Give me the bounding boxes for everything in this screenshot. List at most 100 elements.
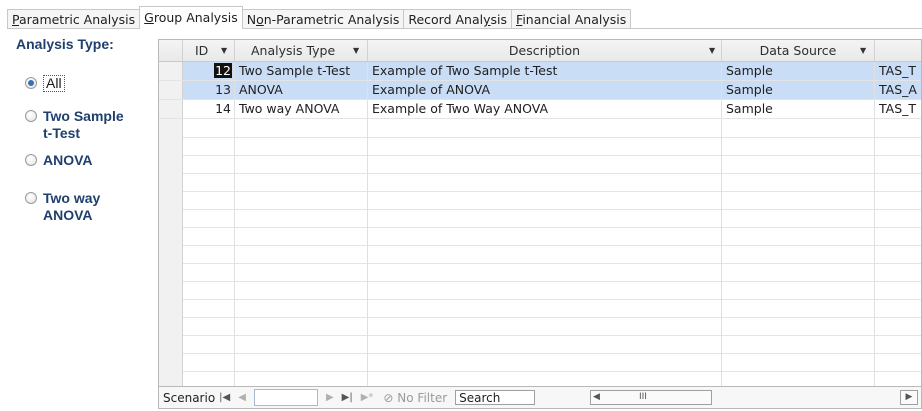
- empty-cell: [183, 317, 235, 335]
- empty-row: [159, 353, 921, 372]
- empty-cell: [368, 155, 722, 173]
- record-selector[interactable]: [159, 100, 183, 118]
- cell-data-source[interactable]: Sample: [722, 81, 875, 99]
- cell-id[interactable]: 12: [183, 62, 235, 80]
- empty-row: [159, 263, 921, 282]
- cell-description[interactable]: Example of Two Way ANOVA: [368, 100, 722, 118]
- cell-analysis-type[interactable]: Two Sample t-Test: [235, 62, 368, 80]
- table-row[interactable]: 12 Two Sample t-Test Example of Two Samp…: [159, 62, 921, 81]
- cell-description[interactable]: Example of ANOVA: [368, 81, 722, 99]
- horizontal-scrollbar[interactable]: ◀ III: [590, 390, 712, 405]
- empty-cell: [722, 137, 875, 155]
- record-selector: [159, 155, 183, 173]
- scroll-left-icon[interactable]: ◀: [593, 391, 600, 404]
- search-box[interactable]: Search: [455, 390, 536, 405]
- column-header-id[interactable]: ID ▼: [183, 40, 235, 61]
- empty-cell: [722, 173, 875, 191]
- record-selector: [159, 119, 183, 137]
- tab-parametric-analysis[interactable]: Parametric Analysis: [7, 9, 141, 29]
- column-header-analysis-type[interactable]: Analysis Type ▼: [235, 40, 368, 61]
- scroll-thumb[interactable]: III: [639, 391, 647, 404]
- record-selector: [159, 263, 183, 281]
- first-record-icon[interactable]: |◀: [219, 392, 230, 403]
- tab-financial-analysis[interactable]: Financial Analysis: [511, 9, 632, 29]
- sort-arrow-icon[interactable]: ▼: [860, 40, 866, 61]
- cell-analysis-type[interactable]: Two way ANOVA: [235, 100, 368, 118]
- column-header-extra[interactable]: [875, 40, 921, 61]
- empty-cell: [235, 155, 368, 173]
- current-record-field[interactable]: [253, 389, 318, 406]
- datasheet-grid: ID ▼ Analysis Type ▼ Description ▼ Data Sou…: [158, 39, 922, 409]
- cell-data-source[interactable]: Sample: [722, 62, 875, 80]
- cell-extra[interactable]: TAS_A: [875, 81, 921, 99]
- tab-non-parametric-analysis[interactable]: Non-Parametric Analysis: [241, 9, 405, 29]
- column-header-data-source[interactable]: Data Source ▼: [722, 40, 875, 61]
- record-selector[interactable]: [159, 81, 183, 99]
- column-header-description[interactable]: Description ▼: [368, 40, 722, 61]
- filter-indicator[interactable]: ⊘ No Filter: [383, 391, 447, 405]
- cell-extra[interactable]: TAS_T: [875, 62, 921, 80]
- empty-cell: [235, 263, 368, 281]
- empty-cell: [368, 209, 722, 227]
- empty-cell: [235, 119, 368, 137]
- option-two-sample-t-test[interactable]: Two Sample t-Test: [10, 108, 124, 142]
- empty-row: [159, 209, 921, 228]
- empty-row: [159, 335, 921, 354]
- empty-cell: [722, 353, 875, 371]
- cell-id[interactable]: 13: [183, 81, 235, 99]
- radio-two-way-anova[interactable]: [25, 192, 37, 204]
- empty-cell: [368, 281, 722, 299]
- scroll-right-icon[interactable]: ▶: [900, 390, 918, 405]
- empty-cell: [368, 317, 722, 335]
- empty-cell: [368, 227, 722, 245]
- empty-cell: [183, 191, 235, 209]
- empty-cell: [235, 209, 368, 227]
- empty-cell: [722, 227, 875, 245]
- table-row[interactable]: 14 Two way ANOVA Example of Two Way ANOV…: [159, 100, 921, 119]
- empty-row: [159, 317, 921, 336]
- empty-cell: [875, 335, 921, 353]
- next-record-icon[interactable]: ▶: [326, 392, 334, 403]
- empty-row: [159, 191, 921, 210]
- last-record-icon[interactable]: ▶|: [342, 392, 353, 403]
- new-record-icon[interactable]: ▶*: [361, 392, 374, 403]
- record-selector: [159, 335, 183, 353]
- sort-arrow-icon[interactable]: ▼: [353, 40, 359, 61]
- radio-all[interactable]: [25, 77, 37, 89]
- tab-strip: Parametric Analysis Group Analysis Non-P…: [7, 6, 632, 29]
- cell-id[interactable]: 14: [183, 100, 235, 118]
- sort-arrow-icon[interactable]: ▼: [221, 40, 227, 61]
- option-anova[interactable]: ANOVA: [10, 152, 93, 169]
- cell-data-source[interactable]: Sample: [722, 100, 875, 118]
- cell-extra[interactable]: TAS_T: [875, 100, 921, 118]
- empty-cell: [875, 263, 921, 281]
- empty-cell: [183, 227, 235, 245]
- empty-cell: [368, 191, 722, 209]
- cell-analysis-type[interactable]: ANOVA: [235, 81, 368, 99]
- radio-anova[interactable]: [25, 154, 37, 166]
- filter-icon: ⊘: [383, 390, 394, 405]
- cell-description[interactable]: Example of Two Sample t-Test: [368, 62, 722, 80]
- table-row[interactable]: 13 ANOVA Example of ANOVA Sample TAS_A: [159, 81, 921, 100]
- empty-cell: [235, 173, 368, 191]
- empty-cell: [368, 263, 722, 281]
- tab-record-analysis[interactable]: Record Analysis: [403, 9, 513, 29]
- empty-cell: [183, 245, 235, 263]
- option-all[interactable]: All: [10, 75, 65, 92]
- empty-row: [159, 155, 921, 174]
- empty-cell: [875, 245, 921, 263]
- empty-cell: [235, 227, 368, 245]
- previous-record-icon[interactable]: ◀: [238, 392, 246, 403]
- select-all-corner[interactable]: [159, 40, 183, 61]
- empty-row: [159, 137, 921, 156]
- analysis-type-title: Analysis Type:: [16, 36, 114, 52]
- tab-group-analysis[interactable]: Group Analysis: [139, 6, 243, 29]
- option-two-way-anova[interactable]: Two way ANOVA: [10, 190, 100, 224]
- record-selector[interactable]: [159, 62, 183, 80]
- empty-cell: [235, 245, 368, 263]
- record-selector: [159, 299, 183, 317]
- sort-arrow-icon[interactable]: ▼: [709, 40, 715, 61]
- empty-cell: [875, 299, 921, 317]
- empty-cell: [722, 209, 875, 227]
- radio-two-sample-t-test[interactable]: [25, 110, 37, 122]
